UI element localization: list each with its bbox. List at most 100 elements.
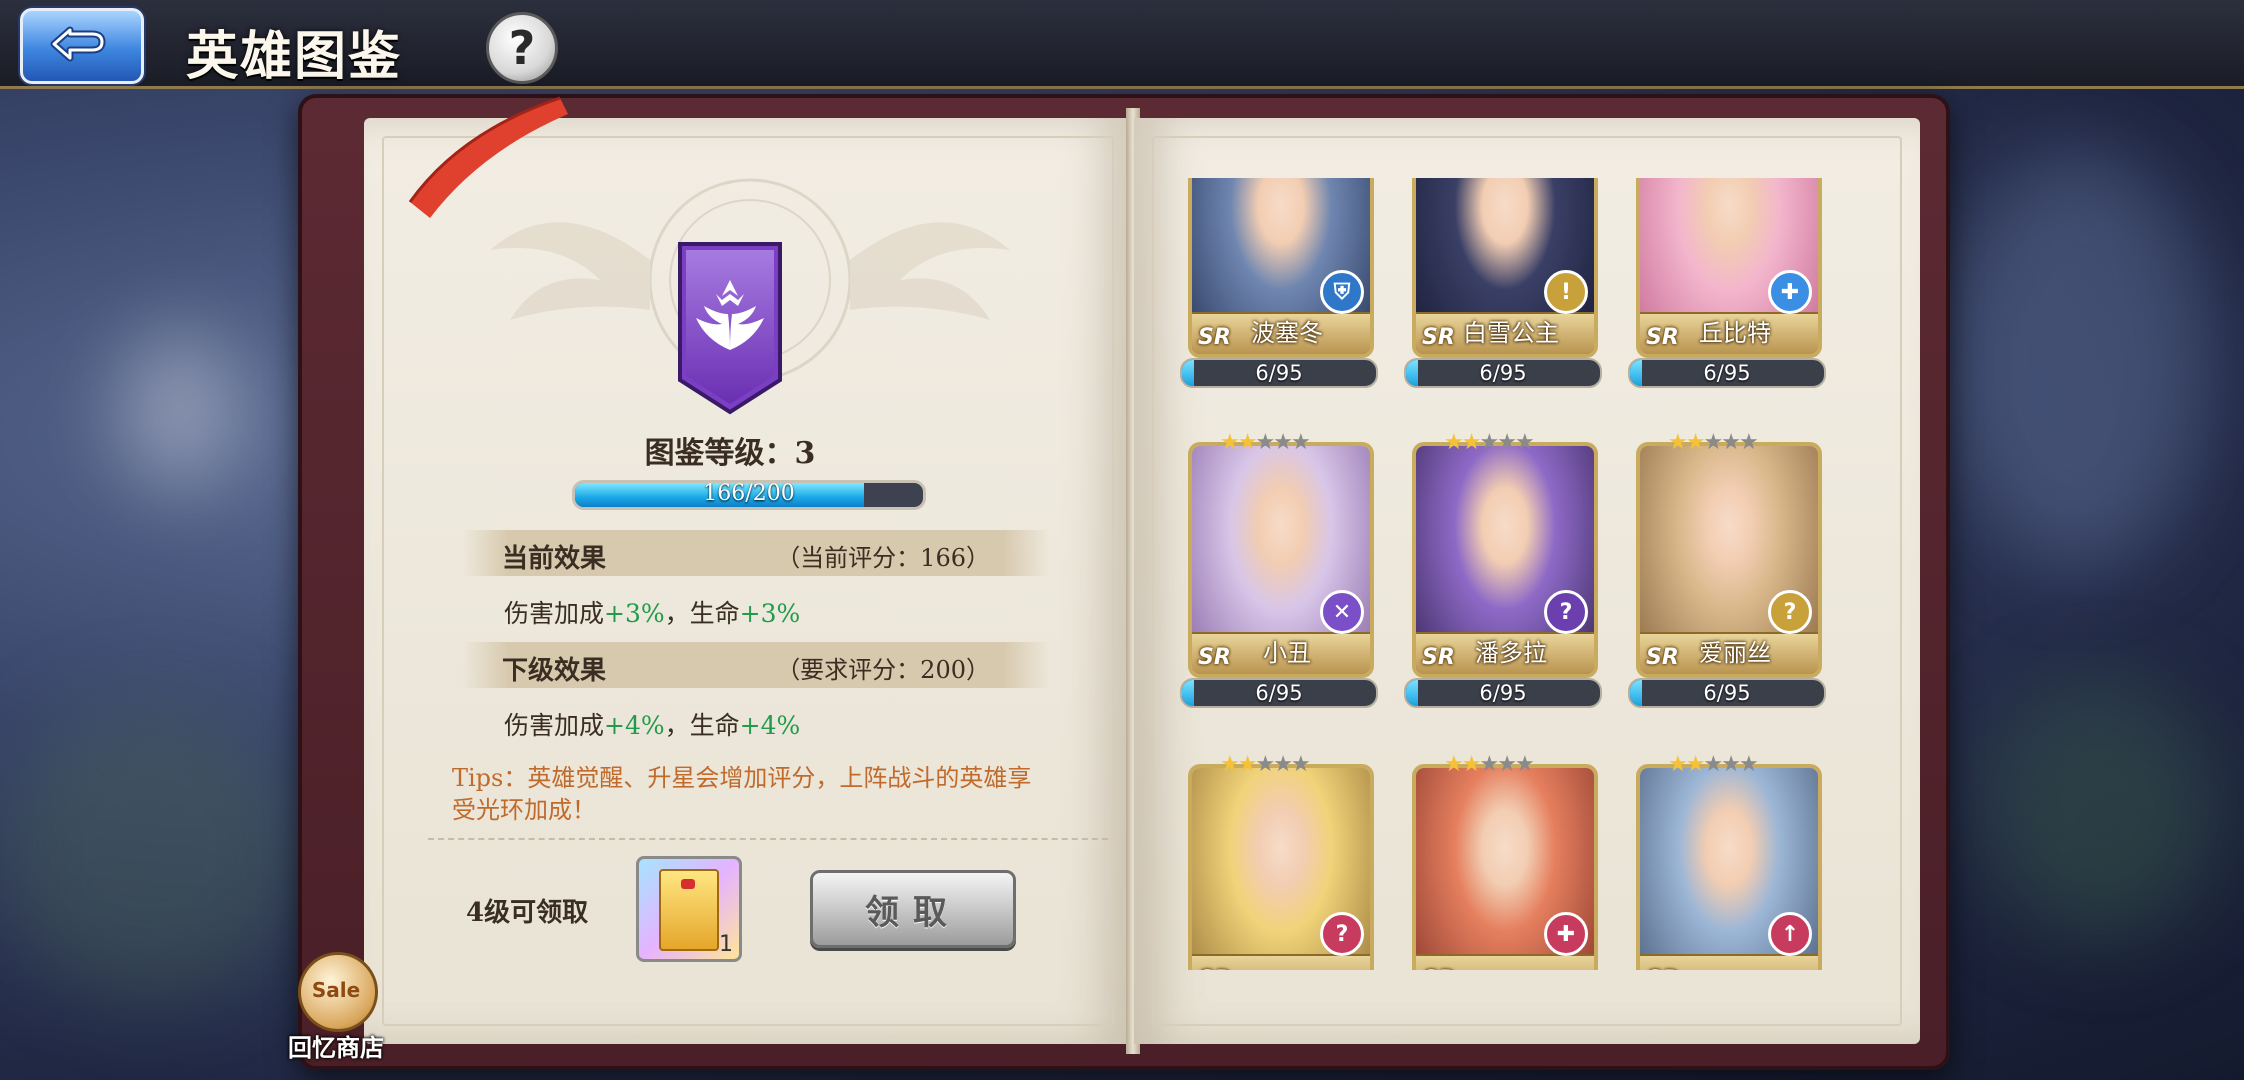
hero-grid: SR波塞冬⛨★★★★★6/95SR白雪公主!★★★★★6/95SR丘比特✚★★★… [1170,178,1828,970]
fragment-progress-bar: 6/95 [1180,678,1378,708]
bg-light [1950,150,2210,570]
codex-emblem-icon [678,242,782,415]
bg-light [120,330,240,490]
hero-name-bar: SR [1416,954,1594,970]
hero-card[interactable]: SR✚★★★★★ [1404,752,1598,970]
damage-bonus-value: +3% [604,599,665,628]
hero-portrait: SR ↑ [1636,764,1822,970]
star-icon: ★ [1668,752,1688,777]
hp-bonus-value: +3% [739,599,801,628]
hero-class-icon: ↑ [1768,912,1812,956]
rarity-badge: SR [1646,967,1679,970]
hero-card[interactable]: SR 爱丽丝? ★★★★★ 6/95 [1628,430,1826,746]
claim-button[interactable]: 领取 [810,870,1016,948]
top-bar: 英雄图鉴 ? [0,0,2244,89]
star-rating: ★★★★★ [1220,430,1311,455]
damage-bonus-value: +4% [604,711,665,740]
hero-name-bar: SR 小丑 [1192,632,1370,674]
hero-class-icon: ⛨ [1320,270,1364,314]
current-effect-score: （当前评分：166） [776,544,990,572]
fragment-progress-bar: 6/95 [1404,678,1602,708]
hero-class-icon: ! [1544,270,1588,314]
fragment-progress-bar: 6/95 [1628,358,1826,388]
hero-name-bar: SR 波塞冬 [1192,312,1370,354]
star-icon: ★ [1444,752,1464,777]
hero-class-icon: ✚ [1768,270,1812,314]
effect-label: ，生命 [664,711,740,740]
fragment-progress-bar: 6/95 [1404,358,1602,388]
hero-card[interactable]: SR 小丑 ✕ ★★★★★ 6/95 [1180,430,1378,746]
hero-class-icon: ? [1320,912,1364,956]
hero-portrait: SR 小丑 ✕ [1188,442,1374,678]
help-button[interactable]: ? [486,12,558,84]
star-rating: ★★★★★ [1668,752,1759,777]
star-icon: ★ [1514,752,1535,777]
reward-item[interactable]: 1 [636,856,742,962]
star-rating: ★★★★★ [1444,430,1535,455]
hero-card[interactable]: SR白雪公主!★★★★★6/95 [1404,178,1602,426]
rarity-badge: SR [1422,967,1455,970]
rarity-badge: SR [1422,645,1455,670]
next-effect-banner: 下级效果 （要求评分：200） [462,642,1050,688]
star-icon: ★ [1685,752,1706,777]
star-icon: ★ [1668,430,1688,455]
fragment-count: 6/95 [1703,681,1751,705]
star-icon: ★ [1721,430,1741,455]
hero-card[interactable]: SR波塞冬⛨★★★★★6/95 [1180,178,1378,426]
hero-portrait: SR? [1188,764,1374,970]
star-rating: ★★★★★ [1220,752,1311,777]
fragment-count: 6/95 [1479,681,1527,705]
next-effect-score: （要求评分：200） [776,656,990,684]
star-icon: ★ [1685,430,1706,455]
effect-label: 伤害加成 [504,711,605,740]
hero-name: 波塞冬 [1251,319,1323,347]
card-pack-icon [659,869,719,951]
divider [428,838,1108,840]
star-icon: ★ [1479,430,1499,455]
star-icon: ★ [1738,430,1759,455]
reward-quantity: 1 [719,932,733,957]
sale-badge: Sale [311,978,361,1002]
reward-level-label: 4级可领取 [466,898,589,928]
hero-card[interactable]: SR?★★★★★ [1180,752,1374,970]
hero-card[interactable]: SR ↑ ★★★★★ [1628,752,1822,970]
star-icon: ★ [1220,752,1240,777]
codex-progress-bar: 166/200 [572,480,926,510]
hero-name: 丘比特 [1699,319,1771,347]
effect-label: ，生命 [664,599,740,628]
star-icon: ★ [1738,752,1759,777]
hero-portrait: SR 丘比特 ✚ [1636,178,1822,358]
hero-card[interactable]: SR 潘多拉? ★★★★★ 6/95 [1404,430,1602,746]
star-icon: ★ [1255,430,1275,455]
hero-portrait: SR 波塞冬 ⛨ [1188,178,1374,358]
bg-foliage [1980,680,2220,940]
fragment-count: 6/95 [1255,361,1303,385]
star-icon: ★ [1255,752,1275,777]
hero-portrait: SR 爱丽丝? [1636,442,1822,678]
star-icon: ★ [1237,430,1258,455]
rarity-badge: SR [1422,325,1455,350]
hero-portrait: SR 白雪公主! [1412,178,1598,358]
memory-shop-button[interactable]: Sale 回忆商店 [288,952,384,1062]
star-icon: ★ [1497,430,1517,455]
hero-portrait: SR ✚ [1412,764,1598,970]
fragment-count: 6/95 [1703,361,1751,385]
current-effect-line: 伤害加成+3%，生命+3% [504,594,800,630]
star-icon: ★ [1290,430,1311,455]
back-arrow-icon [50,26,106,62]
star-icon: ★ [1237,752,1258,777]
hero-name-bar: SR [1192,954,1370,970]
star-icon: ★ [1514,430,1535,455]
codex-level-label: 图鉴等级：3 [644,436,816,471]
star-rating: ★★★★★ [1668,430,1759,455]
bg-foliage [0,700,300,1000]
star-icon: ★ [1290,752,1311,777]
rarity-badge: SR [1198,967,1231,970]
current-effect-banner: 当前效果 （当前评分：166） [462,530,1050,576]
hero-card[interactable]: SR丘比特✚★★★★★6/95 [1628,178,1826,426]
current-effect-title: 当前效果 [502,544,607,574]
memory-shop-label: 回忆商店 [288,1033,384,1062]
star-icon: ★ [1461,752,1482,777]
star-icon: ★ [1703,752,1723,777]
back-button[interactable] [20,8,144,84]
